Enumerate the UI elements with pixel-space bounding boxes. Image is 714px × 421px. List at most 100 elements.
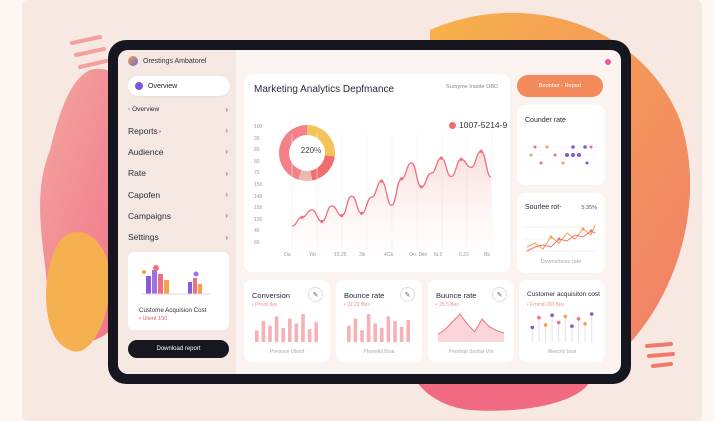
cac-card[interactable]: Custome Acquision Cost • Ulient 150 xyxy=(128,252,229,330)
overview-pill[interactable]: Overview xyxy=(128,76,230,96)
source-rate-footer: Dewnshiess rate xyxy=(540,259,582,265)
y-tick-label: 80 xyxy=(254,158,260,165)
sidebar-item-label: Capofen xyxy=(128,189,161,200)
customer-acquisition-sparkline xyxy=(530,312,594,342)
spark-dot xyxy=(589,312,594,316)
conversion-title: Conversion xyxy=(252,291,290,300)
y-tick-label: 60 xyxy=(254,240,260,246)
decor-lines-left-icon xyxy=(70,35,108,69)
line-chart xyxy=(291,134,493,249)
x-tick-label: Oo. Dile xyxy=(409,252,428,258)
app-title: Orestings Ambatorel xyxy=(143,57,207,65)
conversion-sparkline xyxy=(255,314,318,342)
bounce-rate-title: Bounce rate xyxy=(344,291,385,300)
spark-bar xyxy=(386,316,391,342)
spark-dot xyxy=(537,315,541,320)
spark-dot xyxy=(556,320,561,325)
spark-bar xyxy=(268,325,272,342)
source-rate-title: Sourlee rot- xyxy=(525,204,562,211)
chevron-right-icon: › xyxy=(225,190,228,200)
line-point xyxy=(399,177,404,181)
y-tick-label: 70 xyxy=(254,170,260,177)
sidebar-item-reports[interactable]: Reports• › xyxy=(128,120,228,141)
download-report-button[interactable]: Download report xyxy=(128,340,229,358)
x-tick-label: Bk xyxy=(484,252,490,258)
spark-dot xyxy=(543,323,548,327)
chevron-right-icon: › xyxy=(225,104,228,114)
cac-illustration xyxy=(142,265,210,295)
spark-bar xyxy=(314,322,318,342)
report-button[interactable]: Boonber - Report xyxy=(517,75,603,97)
chevron-right-icon: › xyxy=(225,232,228,242)
sidebar-item-label: Campaigns xyxy=(128,210,171,221)
spark-dot xyxy=(530,325,535,330)
source-rate-value: 5.35% xyxy=(581,205,597,211)
chevron-right-icon: › xyxy=(225,168,228,178)
sidebar-item-capofen[interactable]: Capofen › xyxy=(128,184,228,205)
spark-bar xyxy=(288,318,292,342)
sidebar-item-audience[interactable]: Audience › xyxy=(128,141,228,162)
customer-acquisition-title: Customer acquisiton cost xyxy=(527,291,600,298)
line-point xyxy=(439,156,443,160)
sidebar-item-campaigns[interactable]: Campaigns › xyxy=(128,205,228,226)
spark-bar xyxy=(255,330,259,342)
spark-bar xyxy=(360,330,364,342)
edit-pen-icon[interactable]: ✎ xyxy=(308,287,323,302)
spark-bar xyxy=(380,328,384,342)
spark-bar xyxy=(281,328,285,342)
spark-dot xyxy=(576,317,581,321)
customer-acquisition-footer: Weecinl boat xyxy=(547,349,577,355)
x-tick-label: 15.25 xyxy=(334,252,347,258)
conversion-card: Conversion • Phsot 8es ✎ Peesove Obsof xyxy=(244,280,330,362)
line-point xyxy=(459,157,463,161)
y-tick-label: 80 xyxy=(254,147,260,154)
edit-pen-icon[interactable]: ✎ xyxy=(492,287,507,302)
customer-acquisition-card: Customer acquisiton cost • Fromd 200 Bes… xyxy=(519,280,605,362)
main-chart-value-text: 1007-5214-9 xyxy=(459,120,508,130)
spark-dot xyxy=(583,321,587,326)
spark-dot xyxy=(563,314,568,319)
spark-dot xyxy=(550,313,554,318)
main-chart-value: 1007-5214-9 xyxy=(449,120,507,130)
spark-bar xyxy=(274,316,279,342)
sidebar-item-label: Audience xyxy=(128,146,164,157)
main-chart-right-label: Sumyme Irastte OBD xyxy=(446,84,498,90)
bounce-rate-sparkline xyxy=(347,314,410,342)
cac-subtitle: • Ulient 150 xyxy=(139,316,168,322)
source-rate-chart xyxy=(525,224,597,252)
sidebar-item-rate[interactable]: Rate › xyxy=(128,163,228,184)
y-tick-label: 100 xyxy=(254,124,263,130)
bounce-rate-footer: Phonelid Boat xyxy=(363,349,395,355)
line-point xyxy=(340,214,344,218)
x-tick-label: Yib xyxy=(309,252,317,258)
counter-rate-dots xyxy=(523,145,599,165)
sidebar-item-overview[interactable]: ◦ Overview › xyxy=(128,102,228,116)
counter-rate-card: Counder rate xyxy=(517,105,605,185)
main-chart-card: Marketing Analytics Depfmance Sumyme Ira… xyxy=(244,74,510,272)
source-rate-card: Sourlee rot- 5.35% Dewnshiess rate xyxy=(517,193,605,273)
conversion-subtitle: • Phsot 8es xyxy=(252,302,278,308)
line-point xyxy=(300,215,304,219)
sidebar-item-label: Settings xyxy=(128,232,159,243)
spark-bar xyxy=(301,314,305,342)
spark-bar xyxy=(307,329,312,342)
bounce-rate-2-footer: Peorhap Sootist Vot xyxy=(448,349,494,355)
x-tick-label: Oa xyxy=(284,252,291,258)
decor-lines-right-icon xyxy=(645,342,675,368)
reports-badge: • xyxy=(158,128,162,136)
overview-pill-label: Overview xyxy=(148,82,178,90)
spark-dot xyxy=(570,324,574,328)
spark-bar xyxy=(393,321,397,342)
spark-bar xyxy=(347,325,351,342)
edit-pen-icon[interactable]: ✎ xyxy=(400,287,415,302)
sidebar-nav: ◦ Overview › Reports• › Audience › Rate … xyxy=(128,102,228,248)
sidebar-item-label: ◦ Overview xyxy=(128,105,160,113)
conversion-footer: Peesove Obsof xyxy=(269,349,305,355)
sidebar-item-settings[interactable]: Settings › xyxy=(128,226,228,247)
notification-dot-icon xyxy=(605,59,611,65)
main-chart-title: Marketing Analytics Depfmance xyxy=(254,84,395,95)
cac-title: Custome Acquision Cost xyxy=(139,307,207,314)
spark-bar xyxy=(366,314,371,342)
chevron-right-icon: › xyxy=(225,126,228,136)
line-point xyxy=(479,149,483,153)
